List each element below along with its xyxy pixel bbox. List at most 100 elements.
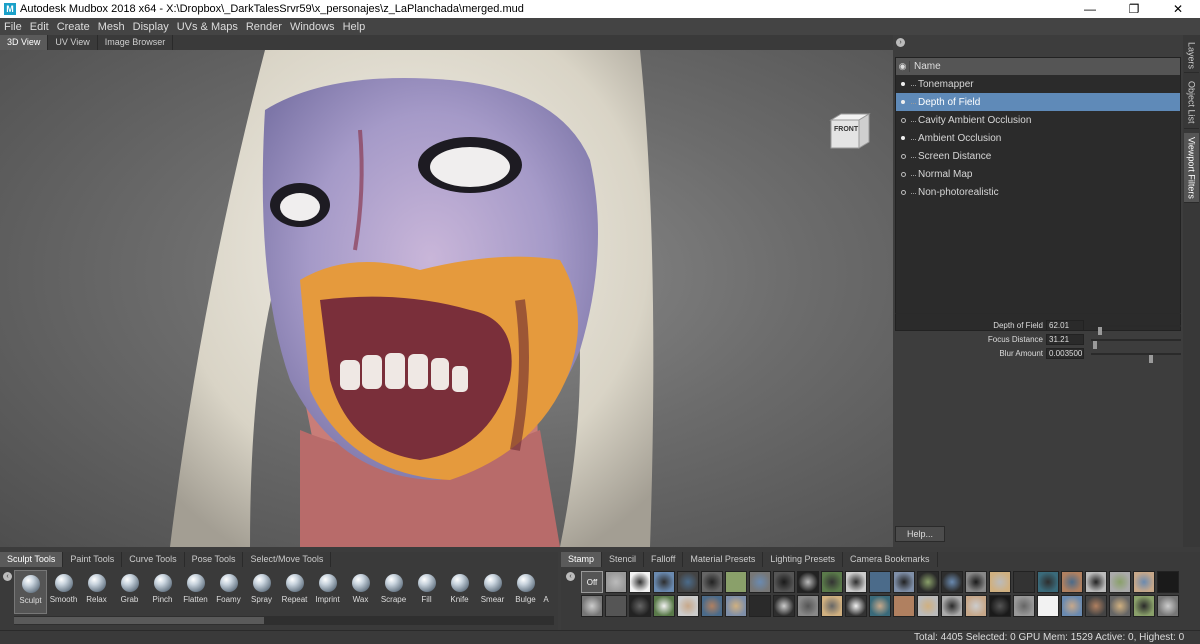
stamp-thumbnail[interactable] bbox=[821, 595, 843, 617]
filter-ambient-occlusion[interactable]: Ambient Occlusion bbox=[896, 129, 1180, 147]
stamp-thumbnail[interactable] bbox=[797, 571, 819, 593]
stamp-thumbnail[interactable] bbox=[797, 595, 819, 617]
tab-camera-bookmarks[interactable]: Camera Bookmarks bbox=[843, 552, 938, 567]
stamp-thumbnail[interactable] bbox=[917, 571, 939, 593]
filter-non-photorealistic[interactable]: Non-photorealistic bbox=[896, 183, 1180, 201]
stamp-thumbnail[interactable] bbox=[1157, 571, 1179, 593]
stamp-thumbnail[interactable] bbox=[869, 571, 891, 593]
menu-display[interactable]: Display bbox=[129, 21, 173, 33]
menu-mesh[interactable]: Mesh bbox=[94, 21, 129, 33]
stamp-thumbnail[interactable] bbox=[629, 571, 651, 593]
stamp-thumbnail[interactable] bbox=[1085, 595, 1107, 617]
stamp-thumbnail[interactable] bbox=[893, 571, 915, 593]
tool-knife[interactable]: Knife bbox=[443, 570, 476, 614]
tab-image-browser[interactable]: Image Browser bbox=[98, 35, 174, 50]
blur-amount-input[interactable]: 0.003500 bbox=[1046, 348, 1084, 359]
stamp-thumbnail[interactable] bbox=[1037, 571, 1059, 593]
stamp-thumbnail[interactable] bbox=[989, 595, 1011, 617]
stamp-thumbnail[interactable] bbox=[989, 571, 1011, 593]
tool-bulge[interactable]: Bulge bbox=[509, 570, 542, 614]
disabled-icon[interactable] bbox=[896, 153, 910, 159]
panel-collapse-icon[interactable]: › bbox=[896, 38, 905, 47]
3d-viewport[interactable]: FRONT bbox=[0, 50, 893, 547]
tool-wax[interactable]: Wax bbox=[344, 570, 377, 614]
stamp-thumbnail[interactable] bbox=[749, 595, 771, 617]
stamp-thumbnail[interactable] bbox=[941, 571, 963, 593]
stamp-thumbnail[interactable] bbox=[1133, 571, 1155, 593]
stamp-thumbnail[interactable] bbox=[1157, 595, 1179, 617]
blur-amount-slider[interactable] bbox=[1091, 353, 1181, 363]
stamp-thumbnail[interactable] bbox=[677, 571, 699, 593]
stamp-thumbnail[interactable] bbox=[773, 595, 795, 617]
stamp-thumbnail[interactable] bbox=[629, 595, 651, 617]
menu-render[interactable]: Render bbox=[242, 21, 286, 33]
tab-lighting-presets[interactable]: Lighting Presets bbox=[763, 552, 843, 567]
tool-partial[interactable]: A bbox=[542, 570, 550, 614]
tab-uv-view[interactable]: UV View bbox=[48, 35, 98, 50]
stamp-thumbnail[interactable] bbox=[653, 571, 675, 593]
stamps-scroll-left-icon[interactable]: ‹ bbox=[566, 572, 575, 581]
tab-material-presets[interactable]: Material Presets bbox=[683, 552, 764, 567]
stamp-thumbnail[interactable] bbox=[749, 571, 771, 593]
stamp-thumbnail[interactable] bbox=[725, 571, 747, 593]
tools-scrollbar[interactable] bbox=[14, 616, 554, 625]
tab-select-move-tools[interactable]: Select/Move Tools bbox=[243, 552, 332, 567]
tool-foamy[interactable]: Foamy bbox=[212, 570, 245, 614]
tab-curve-tools[interactable]: Curve Tools bbox=[122, 552, 185, 567]
tool-spray[interactable]: Spray bbox=[245, 570, 278, 614]
stamp-thumbnail[interactable] bbox=[605, 595, 627, 617]
enabled-icon[interactable] bbox=[896, 136, 910, 140]
focus-distance-input[interactable]: 31.21 bbox=[1046, 334, 1084, 345]
stamp-thumbnail[interactable] bbox=[653, 595, 675, 617]
tool-sculpt[interactable]: Sculpt bbox=[14, 570, 47, 614]
stamp-thumbnail[interactable] bbox=[1109, 571, 1131, 593]
disabled-icon[interactable] bbox=[896, 171, 910, 177]
filter-cavity-ambient-occlusion[interactable]: Cavity Ambient Occlusion bbox=[896, 111, 1180, 129]
tab-3d-view[interactable]: 3D View bbox=[0, 35, 49, 50]
stamp-thumbnail[interactable] bbox=[1133, 595, 1155, 617]
scrollbar-thumb[interactable] bbox=[14, 617, 264, 624]
stamp-thumbnail[interactable] bbox=[941, 595, 963, 617]
filter-tonemapper[interactable]: Tonemapper bbox=[896, 75, 1180, 93]
maximize-button[interactable]: ❐ bbox=[1112, 0, 1156, 18]
enabled-icon[interactable] bbox=[896, 82, 910, 86]
stamp-thumbnail[interactable] bbox=[725, 595, 747, 617]
tool-scrape[interactable]: Scrape bbox=[377, 570, 410, 614]
stamp-thumbnail[interactable] bbox=[1013, 571, 1035, 593]
tool-grab[interactable]: Grab bbox=[113, 570, 146, 614]
stamp-thumbnail[interactable] bbox=[821, 571, 843, 593]
disabled-icon[interactable] bbox=[896, 189, 910, 195]
tab-paint-tools[interactable]: Paint Tools bbox=[63, 552, 123, 567]
tab-object-list[interactable]: Object List bbox=[1184, 77, 1199, 129]
tab-pose-tools[interactable]: Pose Tools bbox=[185, 552, 244, 567]
stamp-thumbnail[interactable] bbox=[1013, 595, 1035, 617]
close-button[interactable]: ✕ bbox=[1156, 0, 1200, 18]
stamp-thumbnail[interactable] bbox=[1061, 595, 1083, 617]
tool-imprint[interactable]: Imprint bbox=[311, 570, 344, 614]
stamp-thumbnail[interactable] bbox=[605, 571, 627, 593]
menu-file[interactable]: File bbox=[0, 21, 26, 33]
tools-scroll-left-icon[interactable]: ‹ bbox=[3, 572, 12, 581]
tab-layers[interactable]: Layers bbox=[1184, 39, 1199, 73]
tool-smooth[interactable]: Smooth bbox=[47, 570, 80, 614]
stamp-thumbnail[interactable] bbox=[677, 595, 699, 617]
stamp-thumbnail[interactable] bbox=[869, 595, 891, 617]
stamp-thumbnail[interactable] bbox=[773, 571, 795, 593]
stamp-thumbnail[interactable] bbox=[845, 571, 867, 593]
stamp-thumbnail[interactable] bbox=[893, 595, 915, 617]
tab-stamp[interactable]: Stamp bbox=[561, 552, 603, 567]
stamp-thumbnail[interactable] bbox=[1061, 571, 1083, 593]
stamp-thumbnail[interactable] bbox=[917, 595, 939, 617]
tool-fill[interactable]: Fill bbox=[410, 570, 443, 614]
menu-create[interactable]: Create bbox=[53, 21, 94, 33]
stamp-thumbnail[interactable] bbox=[1109, 595, 1131, 617]
tab-sculpt-tools[interactable]: Sculpt Tools bbox=[0, 552, 64, 567]
depth-of-field-input[interactable]: 62.01 bbox=[1046, 320, 1084, 331]
menu-help[interactable]: Help bbox=[339, 21, 370, 33]
tool-pinch[interactable]: Pinch bbox=[146, 570, 179, 614]
stamp-off-button[interactable]: Off bbox=[581, 571, 603, 593]
tool-flatten[interactable]: Flatten bbox=[179, 570, 212, 614]
disabled-icon[interactable] bbox=[896, 117, 910, 123]
menu-windows[interactable]: Windows bbox=[286, 21, 339, 33]
stamp-thumbnail[interactable] bbox=[965, 571, 987, 593]
